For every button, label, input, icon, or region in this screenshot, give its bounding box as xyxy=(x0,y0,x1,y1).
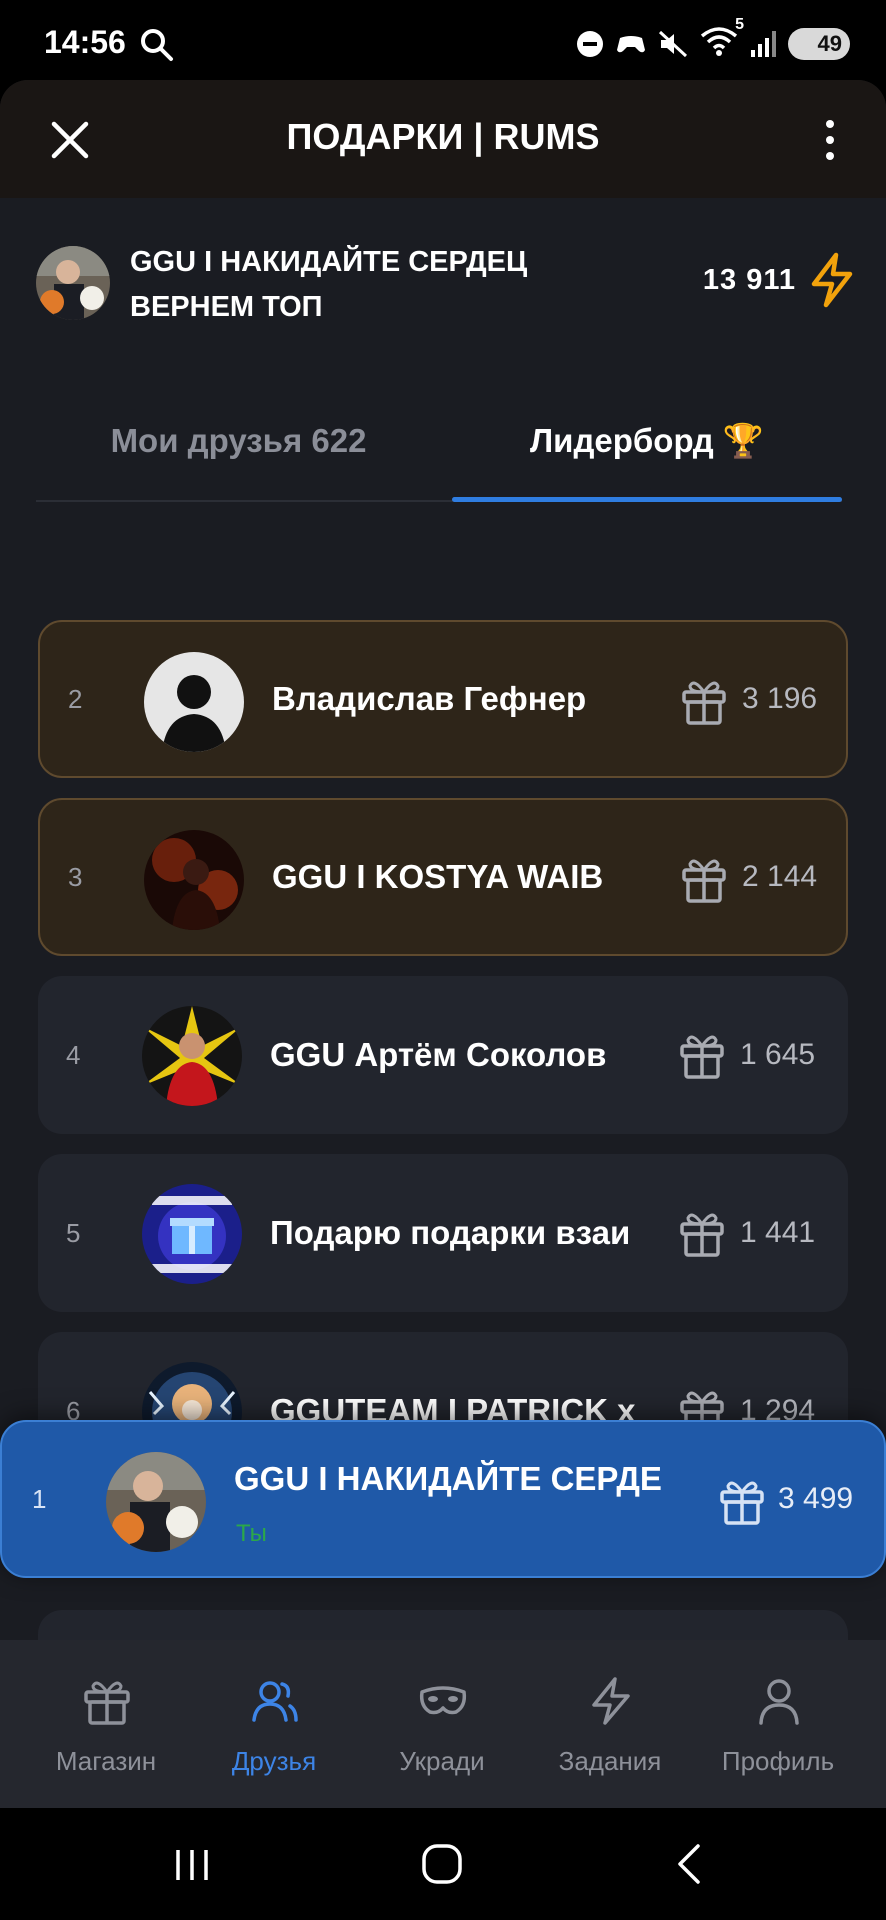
home-icon[interactable] xyxy=(412,1838,472,1890)
nav-profile[interactable]: Профиль xyxy=(690,1640,866,1808)
nav-label: Магазин xyxy=(55,1746,157,1776)
you-label: Ты xyxy=(236,1520,267,1547)
avatar xyxy=(36,246,110,320)
nav-label: Профиль xyxy=(721,1746,835,1776)
gift-icon xyxy=(84,1681,130,1725)
battery-level: 49 xyxy=(817,30,842,56)
player-name: GGU Артём Соколов xyxy=(270,1036,607,1073)
app-topbar: ПОДАРКИ | RUMS xyxy=(0,80,886,198)
avatar xyxy=(142,1184,242,1284)
nav-steal[interactable]: Укради xyxy=(354,1640,530,1808)
avatar xyxy=(106,1452,206,1552)
avatar xyxy=(144,652,244,752)
system-nav-bar xyxy=(0,1808,886,1920)
current-user-rank-row[interactable]: 1 GGU I НАКИДАЙТЕ СЕРДЕ Ты 3 499 xyxy=(0,1420,886,1578)
wifi-indicator: 5 xyxy=(700,16,744,61)
gift-icon xyxy=(680,1213,724,1257)
battery-indicator: 49 xyxy=(788,27,850,60)
current-user-score: 13 911 xyxy=(702,264,796,296)
player-name: Владислав Гефнер xyxy=(272,680,587,717)
back-icon[interactable] xyxy=(660,1838,720,1890)
nav-friends[interactable]: Друзья xyxy=(186,1640,362,1808)
gift-count: 3 196 xyxy=(742,682,818,715)
list-item[interactable]: 3 GGU I KOSTYA WAIB 2 144 xyxy=(38,798,848,956)
current-user-rank-name: GGU I НАКИДАЙТЕ СЕРДЕ xyxy=(234,1460,662,1497)
users-icon xyxy=(252,1681,298,1722)
do-not-disturb-icon xyxy=(577,30,603,57)
current-user-summary: GGU I НАКИДАЙТЕ СЕРДЕЦ ВЕРНЕМ ТОП 13 911 xyxy=(36,238,856,328)
player-name: GGU I KOSTYA WAIB xyxy=(272,858,604,895)
avatar xyxy=(144,830,244,930)
nav-label: Укради xyxy=(399,1746,485,1776)
rank: 3 xyxy=(68,861,83,892)
bottom-nav: Магазин Друзья Укради Задания Профиль xyxy=(0,1640,886,1808)
gamepad-icon xyxy=(617,35,645,52)
mask-icon xyxy=(419,1686,467,1715)
tab-leaderboard[interactable]: Лидерборд 🏆 xyxy=(452,422,842,482)
rank: 2 xyxy=(68,683,83,714)
signal-icon xyxy=(751,30,776,57)
mute-icon xyxy=(658,30,688,57)
bolt-icon xyxy=(811,252,853,308)
network-badge: 5 xyxy=(735,16,744,33)
player-name: Подарю подарки взаи xyxy=(270,1214,631,1251)
active-tab-indicator xyxy=(452,497,842,502)
gift-count: 2 144 xyxy=(742,860,818,893)
list-item[interactable]: 5 Подарю подарки взаи 1 441 xyxy=(38,1154,848,1312)
app-title: ПОДАРКИ | RUMS xyxy=(286,116,600,157)
bolt-icon xyxy=(592,1677,630,1725)
gift-count: 1 441 xyxy=(740,1216,816,1249)
current-user-name: GGU I НАКИДАЙТЕ СЕРДЕЦ ВЕРНЕМ ТОП xyxy=(130,246,528,323)
rank: 4 xyxy=(66,1039,81,1070)
tab-friends[interactable]: Мои друзья 622 xyxy=(36,422,441,482)
rank: 1 xyxy=(32,1483,47,1514)
avatar xyxy=(142,1006,242,1106)
nav-tasks[interactable]: Задания xyxy=(522,1640,698,1808)
recent-apps-icon[interactable] xyxy=(162,1838,222,1890)
gift-icon xyxy=(682,859,726,903)
gift-count: 1 645 xyxy=(740,1038,816,1071)
list-item[interactable]: 2 Владислав Гефнер 3 196 xyxy=(38,620,848,778)
status-icons: 5 49 xyxy=(576,16,850,61)
user-icon xyxy=(759,1679,799,1725)
wifi-icon xyxy=(700,27,738,56)
status-bar: 14:56 5 49 xyxy=(0,0,886,86)
list-item[interactable]: 4 GGU Артём Соколов 1 645 xyxy=(38,976,848,1134)
more-menu-icon[interactable] xyxy=(816,118,844,162)
gift-icon xyxy=(720,1481,764,1525)
gift-icon xyxy=(682,681,726,725)
search-icon xyxy=(141,29,173,61)
gift-icon xyxy=(680,1035,724,1079)
nav-shop[interactable]: Магазин xyxy=(18,1640,194,1808)
status-time: 14:56 xyxy=(44,24,126,60)
rank: 5 xyxy=(66,1217,81,1248)
nav-label: Друзья xyxy=(231,1746,317,1776)
tab-bar: Мои друзья 622 Лидерборд 🏆 xyxy=(36,422,842,482)
gift-count: 3 499 xyxy=(778,1482,854,1515)
nav-label: Задания xyxy=(558,1746,662,1776)
